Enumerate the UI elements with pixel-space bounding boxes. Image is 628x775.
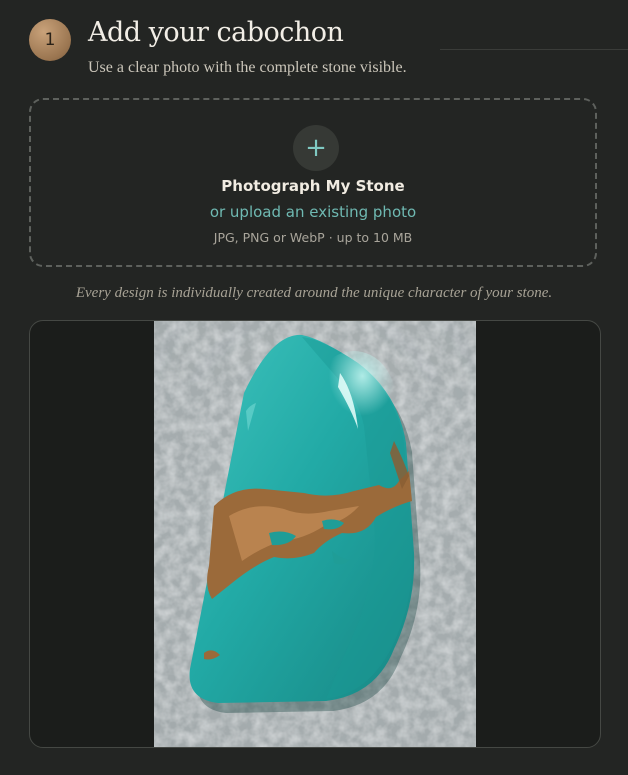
add-photo-button[interactable]: + (293, 125, 339, 171)
upload-photo-link[interactable]: or upload an existing photo (31, 203, 595, 221)
stone-photo (154, 321, 476, 747)
file-type-hint: JPG, PNG or WebP · up to 10 MB (213, 230, 413, 245)
step-title: Add your cabochon (88, 17, 344, 48)
photograph-stone-button[interactable]: Photograph My Stone (31, 177, 595, 195)
photo-dropzone[interactable]: + Photograph My Stone or upload an exist… (29, 98, 597, 267)
step-number-badge: 1 (29, 19, 71, 61)
stone-preview (29, 320, 601, 748)
plus-icon: + (305, 133, 327, 163)
header-divider (440, 49, 628, 50)
design-note: Every design is individually created aro… (75, 285, 553, 301)
step-number: 1 (44, 30, 56, 50)
step-subtitle: Use a clear photo with the complete ston… (88, 59, 407, 76)
